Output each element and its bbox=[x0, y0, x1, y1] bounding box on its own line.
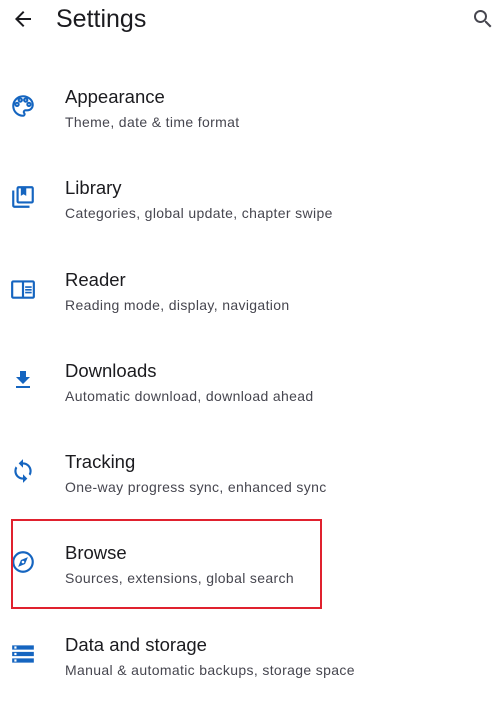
arrow-back-icon bbox=[15, 11, 31, 27]
back-button[interactable] bbox=[8, 4, 38, 34]
settings-item-data-and-storage[interactable]: Data and storage Manual & automatic back… bbox=[0, 608, 502, 699]
palette-icon bbox=[9, 92, 37, 120]
settings-item-tracking[interactable]: Tracking One-way progress sync, enhanced… bbox=[0, 425, 502, 516]
settings-item-title: Tracking bbox=[65, 451, 136, 473]
settings-item-subtitle: Categories, global update, chapter swipe bbox=[65, 205, 333, 222]
settings-item-appearance[interactable]: Appearance Theme, date & time format bbox=[0, 60, 502, 151]
search-button[interactable] bbox=[468, 4, 498, 34]
settings-item-title: Downloads bbox=[65, 359, 157, 381]
settings-item-title: Appearance bbox=[65, 86, 165, 107]
sync-icon bbox=[9, 457, 37, 485]
reader-icon bbox=[9, 275, 37, 303]
settings-item-subtitle: Automatic download, download ahead bbox=[65, 387, 314, 404]
settings-item-subtitle: Manual & automatic backups, storage spac… bbox=[65, 661, 355, 678]
page-title: Settings bbox=[56, 5, 147, 33]
settings-item-title: Library bbox=[65, 177, 122, 199]
settings-item-title: Data and storage bbox=[65, 633, 207, 655]
settings-list: Appearance Theme, date & time format Lib… bbox=[0, 60, 502, 699]
settings-item-subtitle: Sources, extensions, global search bbox=[65, 570, 295, 587]
search-icon bbox=[474, 10, 492, 28]
settings-item-title: Browse bbox=[65, 542, 127, 564]
download-icon bbox=[9, 366, 37, 394]
compass-icon bbox=[9, 548, 37, 576]
settings-item-reader[interactable]: Reader Reading mode, display, navigation bbox=[0, 243, 502, 334]
library-icon bbox=[9, 183, 37, 211]
settings-item-subtitle: Reading mode, display, navigation bbox=[65, 296, 290, 313]
settings-item-downloads[interactable]: Downloads Automatic download, download a… bbox=[0, 334, 502, 425]
settings-item-subtitle: One-way progress sync, enhanced sync bbox=[65, 479, 327, 496]
storage-icon bbox=[9, 640, 37, 668]
top-app-bar: Settings bbox=[0, 0, 502, 40]
settings-item-title: Reader bbox=[65, 268, 126, 290]
settings-item-library[interactable]: Library Categories, global update, chapt… bbox=[0, 151, 502, 242]
settings-item-browse[interactable]: Browse Sources, extensions, global searc… bbox=[0, 516, 502, 607]
settings-item-subtitle: Theme, date & time format bbox=[65, 114, 240, 130]
